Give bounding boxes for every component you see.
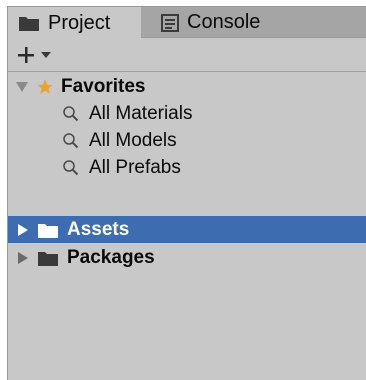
star-icon (36, 78, 54, 96)
tree-item-label: All Materials (89, 102, 193, 124)
tab-strip: Project Console (8, 7, 366, 39)
tree-item-label: All Prefabs (89, 156, 181, 178)
folder-icon (18, 14, 40, 32)
expand-arrow-icon[interactable] (16, 81, 28, 92)
folder-icon (37, 249, 59, 267)
folder-icon (37, 221, 59, 239)
project-panel: Project Console Favorites All Materials … (7, 6, 366, 380)
toolbar (8, 39, 366, 72)
search-icon (62, 105, 80, 123)
tab-project-label: Project (48, 11, 111, 34)
tree-item-all-prefabs[interactable]: All Prefabs (8, 154, 366, 181)
search-icon (62, 159, 80, 177)
tree-item-all-models[interactable]: All Models (8, 127, 366, 154)
console-icon (161, 13, 179, 32)
plus-icon (16, 45, 36, 65)
add-button[interactable] (16, 45, 52, 65)
expand-arrow-icon[interactable] (18, 251, 28, 264)
tree-item-favorites[interactable]: Favorites (8, 73, 366, 100)
tree-item-label: Packages (67, 246, 155, 268)
search-icon (62, 132, 80, 150)
tree-item-assets[interactable]: Assets (8, 216, 366, 243)
expand-arrow-icon[interactable] (18, 223, 28, 236)
tab-project[interactable]: Project (8, 7, 141, 39)
tree-item-all-materials[interactable]: All Materials (8, 100, 366, 127)
tab-console[interactable]: Console (146, 7, 366, 38)
tree-item-packages[interactable]: Packages (8, 244, 366, 271)
caret-down-icon (40, 50, 52, 60)
tab-console-label: Console (187, 11, 261, 33)
tree-item-label: Favorites (61, 75, 146, 97)
tree-item-label: Assets (67, 218, 130, 240)
tree-item-label: All Models (89, 129, 177, 151)
